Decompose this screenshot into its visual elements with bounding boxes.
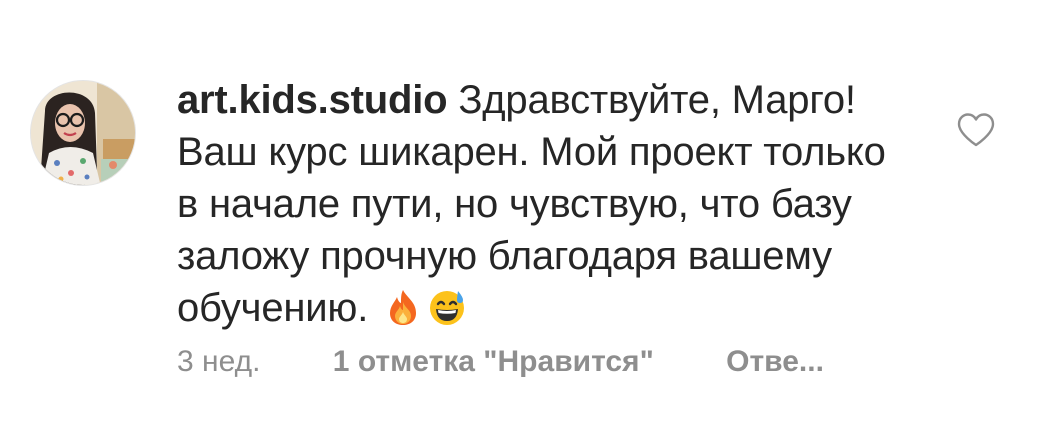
comment-text: art.kids.studio Здравствуйте, Марго! Ваш… (177, 74, 917, 334)
avatar[interactable] (30, 80, 136, 186)
fire-emoji-icon (383, 287, 423, 327)
reply-button[interactable]: Отве... (726, 345, 824, 378)
grinning-sweat-emoji-icon (427, 287, 467, 327)
comment-meta: 3 нед. 1 отметка "Нравится" Отве... (177, 340, 824, 384)
likes-count-link[interactable]: 1 отметка "Нравится" (333, 345, 654, 378)
comment-timestamp: 3 нед. (177, 345, 261, 378)
like-heart-icon[interactable] (956, 112, 996, 148)
comment-username[interactable]: art.kids.studio (177, 78, 448, 122)
comment-item: art.kids.studio Здравствуйте, Марго! Ваш… (0, 0, 1041, 442)
